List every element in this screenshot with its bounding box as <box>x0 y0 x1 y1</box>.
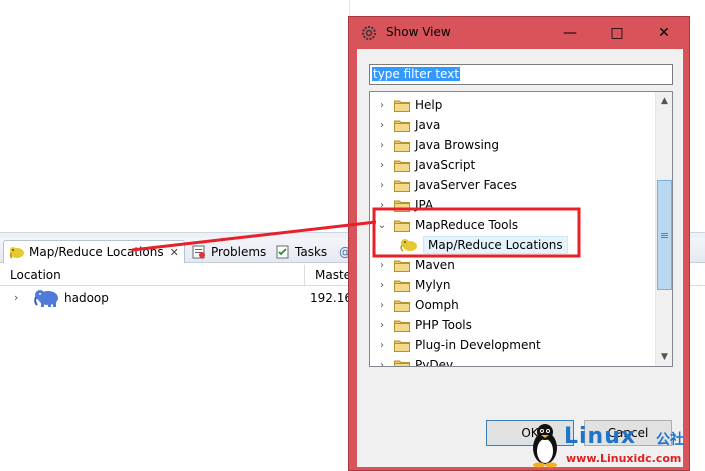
tree-category-item[interactable]: › Plug-in Development <box>376 335 666 355</box>
scroll-down-icon[interactable]: ▼ <box>658 350 671 364</box>
minimize-button[interactable]: — <box>547 17 593 48</box>
location-master: 192.16 <box>310 291 352 305</box>
tree-category-item[interactable]: › Oomph <box>376 295 666 315</box>
editor-pane <box>0 0 350 231</box>
tree-item-label: Plug-in Development <box>415 338 541 352</box>
elephant-icon <box>9 244 25 260</box>
tree-item-label: Java <box>415 118 441 132</box>
view-tree[interactable]: › Help › Java › Java Browsing › JavaScript › Java… <box>369 91 673 367</box>
tree-item-label: PyDev <box>415 358 454 367</box>
filter-text: type filter text <box>372 67 461 81</box>
watermark-url: www.Linuxidc.com <box>566 452 682 465</box>
tree-category-item[interactable]: › Mylyn <box>376 275 666 295</box>
elephant-icon <box>400 238 418 252</box>
folder-icon <box>394 299 410 312</box>
scroll-thumb[interactable]: ≡ <box>657 180 672 290</box>
dialog-body: type filter text › Help › Java › Java Browsin… <box>357 49 683 467</box>
folder-icon <box>394 279 410 292</box>
tree-item-label: Oomph <box>415 298 459 312</box>
chevron-right-icon[interactable]: › <box>376 100 388 111</box>
tree-scrollbar[interactable]: ▲ ≡ ▼ <box>655 92 672 366</box>
folder-icon <box>394 359 410 366</box>
gear-icon <box>361 25 377 41</box>
folder-icon <box>394 99 410 112</box>
maximize-button[interactable]: □ <box>594 17 640 48</box>
tree-item-label: PHP Tools <box>415 318 472 332</box>
tree-item-label: JavaServer Faces <box>415 178 517 192</box>
tree-category-item[interactable]: › PyDev <box>376 355 666 367</box>
tree-category-item[interactable]: › Help <box>376 95 666 115</box>
folder-icon <box>394 319 410 332</box>
folder-icon <box>394 199 410 212</box>
chevron-right-icon[interactable]: › <box>376 260 388 271</box>
linuxidc-watermark: Linux 公社 www.Linuxidc.com <box>528 420 705 471</box>
show-view-dialog: Show View — □ ✕ type filter text › Help › J… <box>348 16 690 471</box>
expand-chevron-icon[interactable]: › <box>14 288 18 308</box>
watermark-brand-cn: 公社 <box>656 432 684 448</box>
tree-item-label: Maven <box>415 258 455 272</box>
folder-icon <box>394 219 410 232</box>
filter-input[interactable]: type filter text <box>369 64 673 85</box>
chevron-right-icon[interactable]: › <box>376 320 388 331</box>
dialog-title: Show View <box>386 25 451 39</box>
folder-icon <box>394 179 410 192</box>
dialog-titlebar[interactable]: Show View — □ ✕ <box>349 17 689 49</box>
tab-close-icon[interactable]: ✕ <box>170 246 179 259</box>
tree-item-label: JPA <box>415 198 434 212</box>
tab-tasks[interactable]: Tasks <box>270 240 332 263</box>
tree-category-item[interactable]: › Java Browsing <box>376 135 666 155</box>
scroll-up-icon[interactable]: ▲ <box>658 94 671 108</box>
problems-icon <box>191 244 207 260</box>
tab-label: Tasks <box>295 244 328 259</box>
chevron-right-icon[interactable]: › <box>376 200 388 211</box>
folder-icon <box>394 159 410 172</box>
tree-item-label: Map/Reduce Locations <box>423 236 568 254</box>
chevron-right-icon[interactable]: › <box>376 120 388 131</box>
tree-category-item[interactable]: › JavaServer Faces <box>376 175 666 195</box>
tree-category-item[interactable]: ⌄ MapReduce Tools <box>376 215 666 235</box>
tree-category-item[interactable]: › JavaScript <box>376 155 666 175</box>
chevron-right-icon[interactable]: › <box>376 180 388 191</box>
tree-item-label: Mylyn <box>415 278 451 292</box>
tree-item-label: MapReduce Tools <box>415 218 519 232</box>
location-name: hadoop <box>64 291 109 305</box>
chevron-right-icon[interactable]: › <box>376 340 388 351</box>
tab-problems[interactable]: Problems <box>186 240 271 263</box>
folder-icon <box>394 259 410 272</box>
chevron-down-icon[interactable]: ⌄ <box>376 220 388 231</box>
folder-icon <box>394 139 410 152</box>
folder-icon <box>394 339 410 352</box>
tab-map-reduce-locations[interactable]: Map/Reduce Locations ✕ <box>3 240 185 263</box>
tree-category-item[interactable]: › Maven <box>376 255 666 275</box>
hadoop-elephant-icon <box>34 289 60 309</box>
tree-leaf-item[interactable]: Map/Reduce Locations <box>400 235 672 255</box>
tasks-icon <box>275 244 291 260</box>
chevron-right-icon[interactable]: › <box>376 300 388 311</box>
chevron-right-icon[interactable]: › <box>376 280 388 291</box>
tree-category-item[interactable]: › JPA <box>376 195 666 215</box>
watermark-brand: Linux <box>564 424 637 449</box>
chevron-right-icon[interactable]: › <box>376 160 388 171</box>
tux-penguin-icon <box>533 424 557 468</box>
tree-item-label: JavaScript <box>415 158 476 172</box>
tab-label: Map/Reduce Locations <box>29 245 164 259</box>
chevron-right-icon[interactable]: › <box>376 140 388 151</box>
column-location[interactable]: Location <box>0 265 305 286</box>
tree-category-item[interactable]: › PHP Tools <box>376 315 666 335</box>
tab-label: Problems <box>211 244 267 259</box>
tree-item-label: Java Browsing <box>415 138 500 152</box>
folder-icon <box>394 119 410 132</box>
tree-item-label: Help <box>415 98 443 112</box>
close-button[interactable]: ✕ <box>641 17 687 48</box>
chevron-right-icon[interactable]: › <box>376 360 388 367</box>
tree-category-item[interactable]: › Java <box>376 115 666 135</box>
